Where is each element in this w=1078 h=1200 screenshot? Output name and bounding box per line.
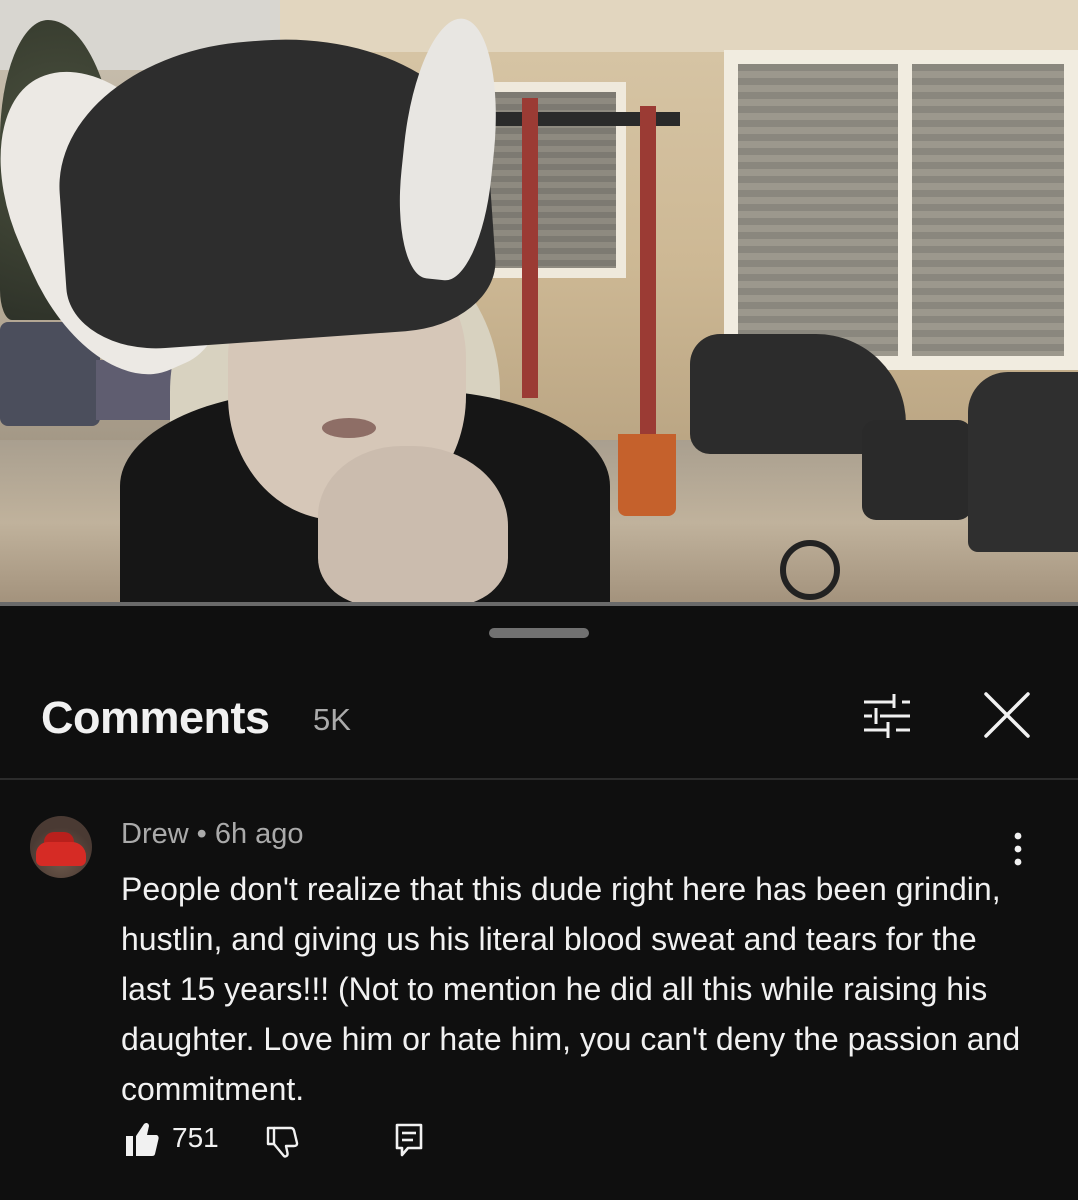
comment-actions: 751 bbox=[0, 1120, 1078, 1180]
comments-header: Comments 5K bbox=[0, 676, 1078, 778]
filter-button[interactable] bbox=[854, 690, 918, 742]
video-scene-rack bbox=[640, 106, 656, 436]
video-scene-window bbox=[724, 50, 1078, 370]
video-scene-wheel bbox=[780, 540, 840, 600]
dislike-button[interactable] bbox=[264, 1124, 300, 1160]
comment-time: 6h ago bbox=[214, 818, 304, 850]
comment-text: People don't realize that this dude righ… bbox=[121, 871, 1021, 1107]
meta-separator: • bbox=[196, 818, 207, 850]
close-icon bbox=[984, 692, 1030, 738]
comment-author[interactable]: Drew bbox=[121, 818, 189, 850]
reply-icon bbox=[395, 1123, 423, 1157]
comments-sheet: Comments 5K Drew • 6h ago People don't r… bbox=[0, 606, 1078, 1200]
video-scene-grill bbox=[862, 420, 972, 520]
video-person-mouth bbox=[322, 418, 376, 438]
video-scene-rack bbox=[522, 98, 538, 398]
video-scene-grill bbox=[968, 372, 1078, 552]
thumbs-up-icon bbox=[126, 1122, 159, 1156]
video-scene-bucket bbox=[618, 434, 676, 516]
reply-button[interactable] bbox=[394, 1122, 424, 1158]
video-person-hand bbox=[318, 446, 508, 606]
thumbs-down-icon bbox=[266, 1126, 299, 1158]
avatar[interactable] bbox=[30, 816, 92, 878]
like-button[interactable] bbox=[124, 1120, 160, 1160]
close-button[interactable] bbox=[976, 688, 1038, 744]
avatar-car bbox=[36, 842, 86, 866]
drag-handle[interactable] bbox=[489, 628, 589, 638]
like-count: 751 bbox=[172, 1122, 219, 1153]
comment-item: Drew • 6h ago People don't realize that th… bbox=[0, 780, 1078, 1200]
comments-title: Comments bbox=[41, 692, 270, 743]
video-player[interactable] bbox=[0, 0, 1078, 606]
comments-count: 5K bbox=[313, 702, 351, 737]
video-scene-eave bbox=[280, 0, 1078, 52]
comment-meta: Drew • 6h ago bbox=[121, 818, 304, 851]
sliders-icon bbox=[864, 694, 910, 738]
